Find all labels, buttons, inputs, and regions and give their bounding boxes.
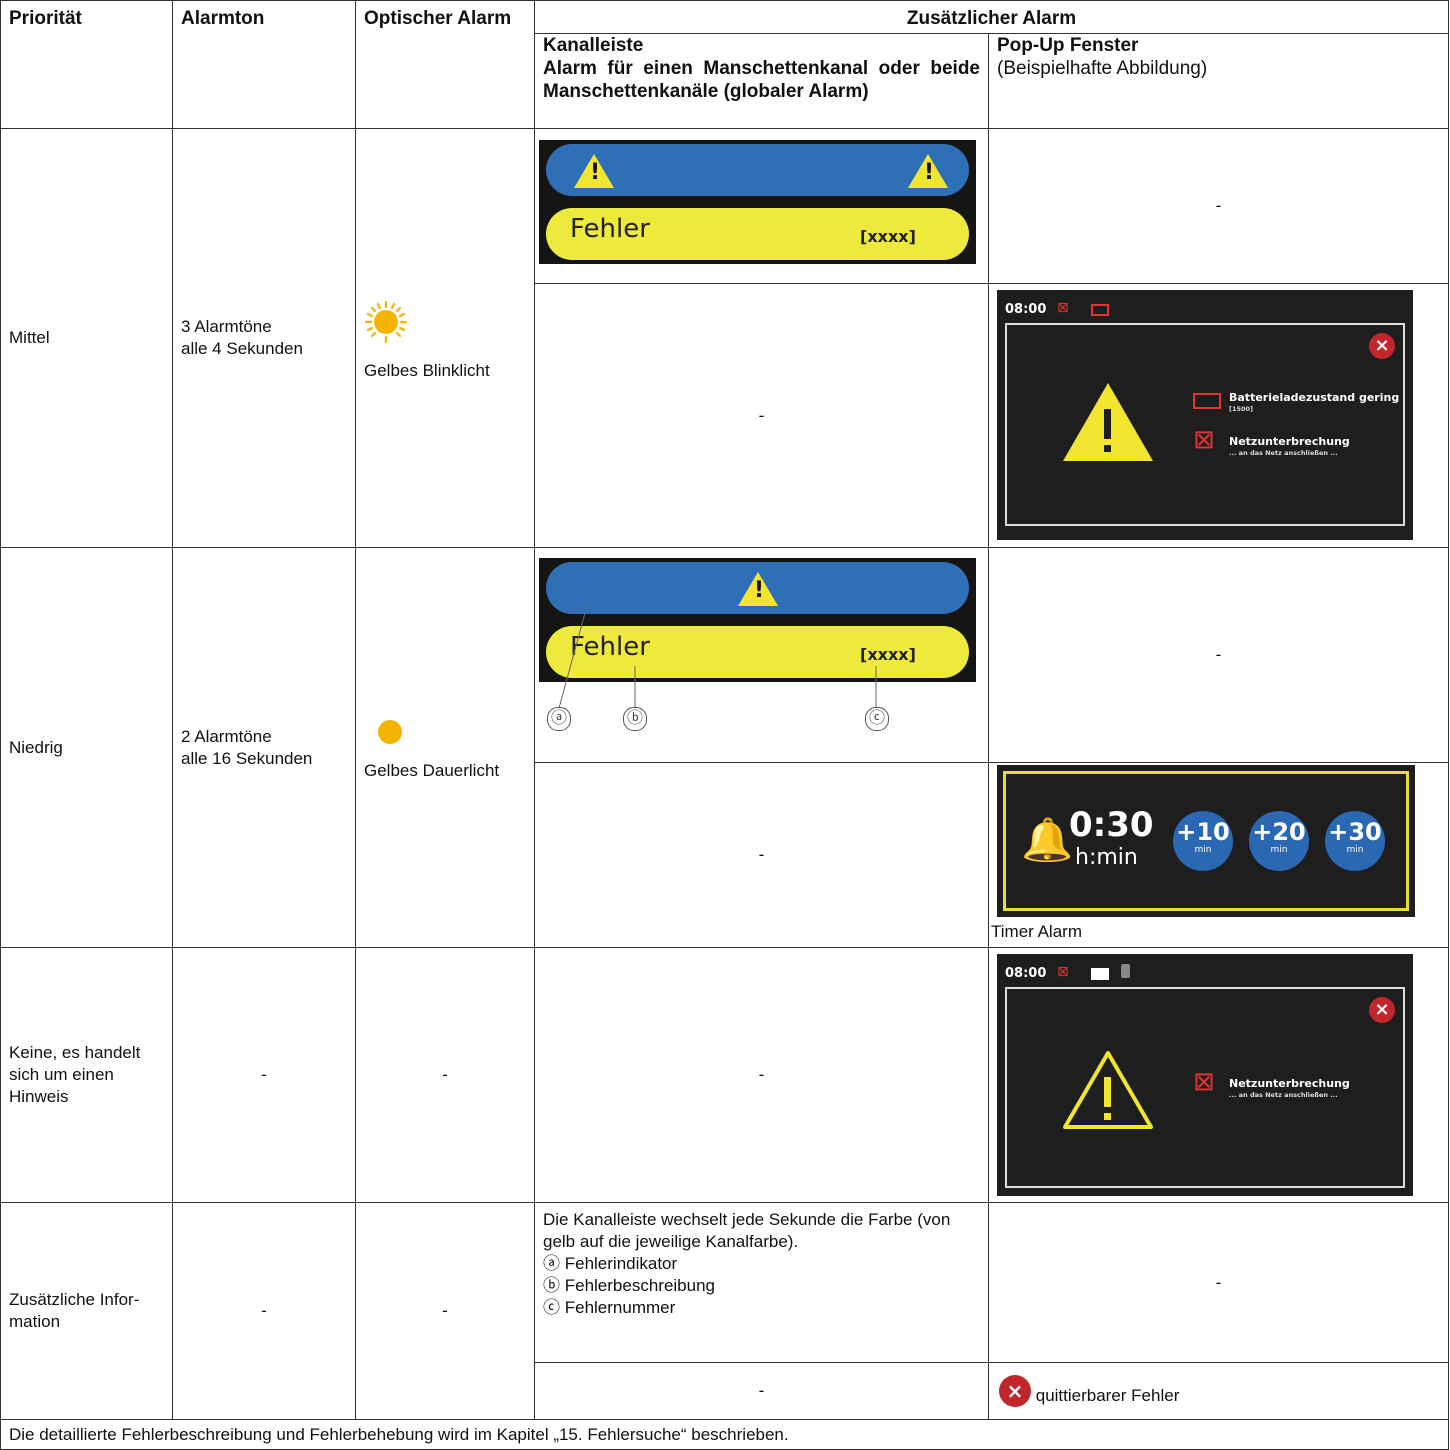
popup-hinweis: 08:00 ⊠ × ⊠ Netzunterbrechung ... an das… bbox=[987, 947, 1450, 1203]
popup-battery-net: 08:00 ⊠ × Batterieladezustand gering [15… bbox=[997, 290, 1413, 540]
priority-hinweis: Keine, es handelt sich um einen Hinweis bbox=[0, 947, 173, 1203]
kanalleiste-mittel-2: - bbox=[534, 283, 989, 548]
tone-niedrig: 2 Alarmtöne alle 16 Sekunden bbox=[172, 547, 356, 948]
callout-lines bbox=[558, 601, 877, 709]
error-text: Fehler bbox=[570, 214, 650, 244]
kanalleiste-title: Kanalleiste bbox=[543, 35, 644, 56]
net-off-icon: ⊠ bbox=[1193, 1067, 1215, 1097]
tone-niedrig-line2: alle 16 Sekunden bbox=[181, 748, 313, 768]
error-code: [xxxx] bbox=[860, 227, 916, 246]
popup-msg-net: Netzunterbrechung bbox=[1229, 435, 1350, 448]
footer-note: Die detaillierte Fehlerbeschreibung und … bbox=[0, 1419, 1450, 1450]
popup-mittel-1: - bbox=[987, 128, 1450, 284]
warning-outline-icon bbox=[1063, 1051, 1153, 1129]
legend-c: ⓒ Fehlernummer bbox=[543, 1298, 676, 1317]
battery-icon bbox=[1091, 304, 1109, 316]
header-alarmton: Alarmton bbox=[172, 0, 356, 129]
alarm-table: Priorität Alarmton Optischer Alarm Zusät… bbox=[0, 0, 1450, 1450]
device-icon bbox=[1121, 964, 1130, 978]
kanalleiste-hinweis: - bbox=[534, 947, 989, 1203]
priority-niedrig: Niedrig bbox=[0, 547, 173, 948]
channel-bar-blue bbox=[546, 144, 969, 196]
warning-triangle-icon bbox=[574, 154, 614, 188]
close-icon[interactable]: × bbox=[1369, 997, 1395, 1023]
tone-mittel-line2: alle 4 Sekunden bbox=[181, 339, 303, 358]
popup-mittel-2: 08:00 ⊠ × Batterieladezustand gering [15… bbox=[987, 283, 1450, 548]
add-20-min-button[interactable]: +20 min bbox=[1249, 811, 1309, 871]
kanalleiste-info: Die Kanalleiste wechselt jede Sekunde di… bbox=[534, 1202, 989, 1363]
popup-info-1: - bbox=[987, 1202, 1450, 1363]
channel-bar-mittel: Fehler [xxxx] bbox=[539, 140, 976, 264]
priority-info: Zusätzliche Infor- mation bbox=[0, 1202, 173, 1420]
optical-mittel: Gelbes Blinklicht bbox=[355, 128, 535, 548]
popup-msg-battery-code: [1500] bbox=[1229, 405, 1254, 413]
tone-mittel: 3 Alarmtöne alle 4 Sekunden bbox=[172, 128, 356, 548]
legend-b: ⓑ Fehlerbeschreibung bbox=[543, 1276, 715, 1295]
battery-full-icon bbox=[1091, 968, 1109, 980]
header-optischer-alarm: Optischer Alarm bbox=[355, 0, 535, 129]
kanalleiste-info-2: - bbox=[534, 1362, 989, 1420]
popup-msg-net: Netzunterbrechung bbox=[1229, 1077, 1350, 1090]
header-popup: Pop-Up Fenster (Beispielhafte Abbildung) bbox=[987, 33, 1450, 129]
popup-desc: (Beispielhafte Abbildung) bbox=[997, 58, 1208, 79]
callout-a: ⓐ bbox=[547, 707, 571, 731]
kanalleiste-desc: Alarm für einen Manschettenkanal oder be… bbox=[543, 58, 980, 102]
legend-a: ⓐ Fehlerindikator bbox=[543, 1254, 678, 1273]
optical-mittel-label: Gelbes Blinklicht bbox=[364, 361, 490, 380]
net-off-icon: ⊠ bbox=[1057, 964, 1069, 980]
net-off-icon: ⊠ bbox=[1193, 425, 1215, 455]
timer-caption: Timer Alarm bbox=[991, 922, 1082, 941]
popup-msg-battery: Batterieladezustand gering bbox=[1229, 391, 1400, 404]
popup-msg-net-sub: ... an das Netz anschließen ... bbox=[1229, 1091, 1338, 1099]
net-off-icon: ⊠ bbox=[1057, 300, 1069, 316]
timer-time: 0:30 bbox=[1069, 805, 1154, 845]
optical-hinweis: - bbox=[355, 947, 535, 1203]
warning-triangle-icon bbox=[1063, 383, 1153, 461]
status-time: 08:00 bbox=[1005, 966, 1047, 981]
add-10-min-button[interactable]: +10 min bbox=[1173, 811, 1233, 871]
popup-title: Pop-Up Fenster bbox=[997, 35, 1139, 56]
ack-label: quittierbarer Fehler bbox=[1035, 1386, 1180, 1405]
optical-info: - bbox=[355, 1202, 535, 1420]
header-prioritaet: Priorität bbox=[0, 0, 173, 129]
tone-niedrig-line1: 2 Alarmtöne bbox=[181, 726, 272, 746]
timer-popup: 🔔 0:30 h:min +10 min +20 min +30 min bbox=[997, 765, 1415, 917]
callout-b: ⓑ bbox=[623, 707, 647, 731]
warning-triangle-icon bbox=[908, 154, 948, 188]
optical-niedrig: Gelbes Dauerlicht bbox=[355, 547, 535, 948]
sun-blink-icon bbox=[364, 300, 526, 350]
kanalleiste-mittel: Fehler [xxxx] bbox=[534, 128, 989, 284]
popup-niedrig-1: - bbox=[987, 547, 1450, 763]
popup-net: 08:00 ⊠ × ⊠ Netzunterbrechung ... an das… bbox=[997, 954, 1413, 1196]
tone-hinweis: - bbox=[172, 947, 356, 1203]
add-30-min-button[interactable]: +30 min bbox=[1325, 811, 1385, 871]
optical-niedrig-label: Gelbes Dauerlicht bbox=[364, 760, 500, 780]
callout-c: ⓒ bbox=[865, 707, 889, 731]
tone-info: - bbox=[172, 1202, 356, 1420]
tone-mittel-line1: 3 Alarmtöne bbox=[181, 317, 272, 336]
popup-msg-net-sub: ... an das Netz anschließen ... bbox=[1229, 449, 1338, 457]
kanalleiste-niedrig-2: - bbox=[534, 762, 989, 948]
ack-close-icon: × bbox=[999, 1375, 1031, 1407]
header-zusaetzlicher-alarm: Zusätzlicher Alarm bbox=[533, 0, 1450, 34]
popup-timer-cell: 🔔 0:30 h:min +10 min +20 min +30 min Timer … bbox=[987, 762, 1450, 948]
status-time: 08:00 bbox=[1005, 302, 1047, 317]
header-kanalleiste: Kanalleiste Alarm für einen Manschettenk… bbox=[534, 33, 989, 129]
bell-icon: 🔔 bbox=[1021, 815, 1074, 864]
channel-bar-yellow: Fehler [xxxx] bbox=[546, 208, 969, 260]
steady-light-icon bbox=[378, 719, 402, 744]
priority-mittel: Mittel bbox=[0, 128, 173, 548]
battery-low-icon bbox=[1193, 393, 1221, 409]
close-icon[interactable]: × bbox=[1369, 333, 1395, 359]
popup-ack: × quittierbarer Fehler bbox=[987, 1362, 1450, 1420]
kanalleiste-niedrig: Fehler [xxxx] ⓐ ⓑ ⓒ bbox=[534, 547, 989, 763]
timer-unit: h:min bbox=[1075, 845, 1138, 870]
